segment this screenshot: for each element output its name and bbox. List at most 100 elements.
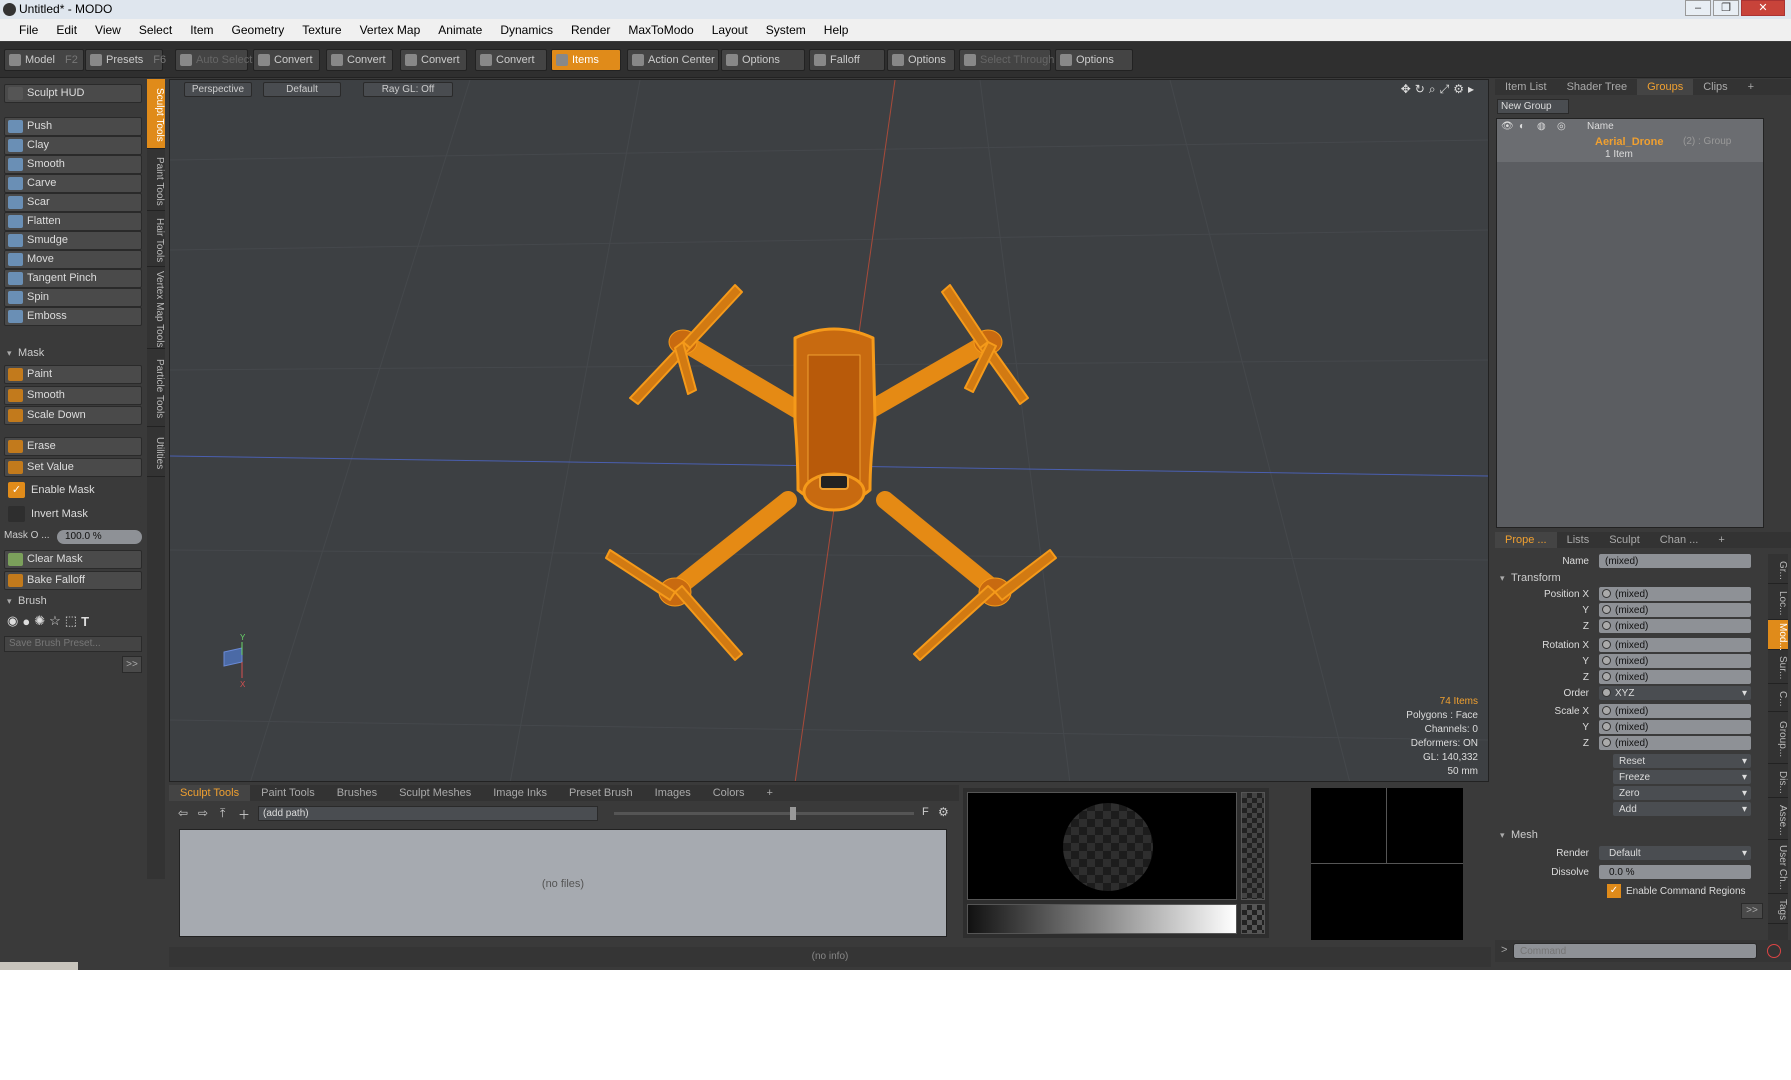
more-button[interactable]: >> [122, 656, 142, 673]
tab-channels[interactable]: Chan ... [1650, 532, 1709, 548]
tool-tangent-pinch[interactable]: Tangent Pinch [4, 269, 142, 288]
side-tab-tags[interactable]: Tags [1768, 894, 1788, 924]
filter-icon[interactable]: F [922, 806, 929, 818]
more-button[interactable]: >> [1741, 903, 1763, 919]
gear-icon[interactable]: ⚙ [1453, 82, 1464, 97]
position-x-field[interactable]: (mixed) [1599, 587, 1751, 601]
menu-render[interactable]: Render [562, 23, 619, 37]
reset-dropdown[interactable]: Reset [1613, 754, 1751, 769]
tab-lists[interactable]: Lists [1557, 532, 1600, 548]
items-mode-button[interactable]: Items [551, 49, 621, 71]
position-z-field[interactable]: (mixed) [1599, 619, 1751, 633]
tab-properties[interactable]: Prope ... [1495, 532, 1557, 548]
tab-preset-brush[interactable]: Preset Brush [558, 785, 644, 801]
view-type-dropdown[interactable]: Perspective [184, 82, 252, 97]
up-folder-icon[interactable]: ⤒ [220, 806, 225, 821]
tab-colors[interactable]: Colors [702, 785, 756, 801]
menu-geometry[interactable]: Geometry [223, 23, 294, 37]
spray-brush-icon[interactable]: ✺ [34, 613, 45, 629]
tab-sculpt-tools[interactable]: Sculpt Tools [147, 79, 165, 149]
menu-select[interactable]: Select [130, 23, 181, 37]
dissolve-field[interactable]: 0.0 % [1599, 865, 1751, 879]
menu-system[interactable]: System [757, 23, 815, 37]
close-button[interactable]: ✕ [1741, 0, 1785, 16]
soft-brush-icon[interactable]: ◉ [7, 613, 18, 629]
side-tab-dis[interactable]: Dis... [1768, 764, 1788, 798]
save-brush-preset-button[interactable]: Save Brush Preset... [4, 636, 142, 652]
rotation-z-field[interactable]: (mixed) [1599, 670, 1751, 684]
groups-list[interactable]: 👁 ◐ ◍ ◎ Name Aerial_Drone (2) : Group 1 … [1496, 118, 1764, 528]
tab-item-list[interactable]: Item List [1495, 79, 1557, 95]
add-tab-button[interactable]: + [756, 785, 784, 801]
auto-select-button[interactable]: Auto Select [175, 49, 252, 71]
name-field[interactable]: (mixed) [1599, 554, 1751, 568]
tab-vertex-map-tools[interactable]: Vertex Map Tools [147, 267, 165, 349]
order-dropdown[interactable]: XYZ [1599, 686, 1751, 701]
zoom-icon[interactable]: ⌕ [1429, 82, 1436, 97]
enable-mask-checkbox[interactable]: ✓ Enable Mask [4, 481, 142, 500]
maximize-icon[interactable]: ⤢ [1440, 82, 1450, 97]
menu-edit[interactable]: Edit [47, 23, 86, 37]
rotation-x-field[interactable]: (mixed) [1599, 638, 1751, 652]
position-y-field[interactable]: (mixed) [1599, 603, 1751, 617]
file-browser-area[interactable]: (no files) [179, 829, 947, 937]
mask-paint-button[interactable]: Paint [4, 365, 142, 384]
select-through-button[interactable]: Select Through [959, 49, 1054, 71]
tool-smooth[interactable]: Smooth [4, 155, 142, 174]
path-dropdown[interactable]: (add path) [258, 806, 598, 821]
raygl-toggle[interactable]: Ray GL: Off [363, 82, 453, 97]
tab-groups[interactable]: Groups [1637, 79, 1694, 95]
tool-smudge[interactable]: Smudge [4, 231, 142, 250]
mask-smooth-button[interactable]: Smooth [4, 386, 142, 405]
tab-shader-tree[interactable]: Shader Tree [1557, 79, 1638, 95]
menu-maxtomodo[interactable]: MaxToModo [619, 23, 702, 37]
3d-viewport[interactable]: Y X Perspective Default Ray GL: Off ✥ ↻ … [169, 79, 1489, 782]
tab-utilities[interactable]: Utilities [147, 427, 165, 477]
back-arrow-icon[interactable]: ⇦ [178, 806, 188, 820]
bake-falloff-button[interactable]: Bake Falloff [4, 571, 142, 590]
convert-vertices-button[interactable]: Convert [253, 49, 320, 71]
mask-scale-down-button[interactable]: Scale Down [4, 406, 142, 425]
hard-brush-icon[interactable]: ● [22, 614, 30, 629]
side-tab-loc[interactable]: Loc... [1768, 584, 1788, 620]
convert-materials-button[interactable]: Convert [475, 49, 547, 71]
menu-layout[interactable]: Layout [703, 23, 757, 37]
star-brush-icon[interactable]: ☆ [49, 613, 61, 629]
tab-sculpt[interactable]: Sculpt [1599, 532, 1650, 548]
tab-images[interactable]: Images [644, 785, 702, 801]
convert-polygons-button[interactable]: Convert [400, 49, 467, 71]
forward-arrow-icon[interactable]: ⇨ [198, 806, 208, 820]
tab-particle-tools[interactable]: Particle Tools [147, 349, 165, 427]
rotate-icon[interactable]: ↻ [1415, 82, 1425, 97]
maximize-button[interactable]: ❐ [1713, 0, 1739, 16]
menu-dynamics[interactable]: Dynamics [491, 23, 562, 37]
menu-view[interactable]: View [86, 23, 130, 37]
tool-clay[interactable]: Clay [4, 136, 142, 155]
arrow-right-icon[interactable]: ▸ [1468, 82, 1474, 97]
freeze-dropdown[interactable]: Freeze [1613, 770, 1751, 785]
group-row[interactable]: Aerial_Drone (2) : Group 1 Item [1497, 134, 1763, 162]
custom-brush-icon[interactable]: ⬚ [65, 613, 77, 629]
rotation-y-field[interactable]: (mixed) [1599, 654, 1751, 668]
zero-dropdown[interactable]: Zero [1613, 786, 1751, 801]
scale-x-field[interactable]: (mixed) [1599, 704, 1751, 718]
checkmark-icon[interactable]: ✓ [1607, 884, 1621, 898]
pan-icon[interactable]: ✥ [1401, 82, 1411, 97]
menu-file[interactable]: File [10, 23, 47, 37]
scale-z-field[interactable]: (mixed) [1599, 736, 1751, 750]
side-tab-asse[interactable]: Asse... [1768, 798, 1788, 840]
side-tab-group[interactable]: Group... [1768, 712, 1788, 764]
presets-button[interactable]: Presets F6 [85, 49, 166, 71]
action-center-button[interactable]: Action Center [627, 49, 719, 71]
add-folder-icon[interactable]: ＋ [238, 806, 250, 823]
tool-spin[interactable]: Spin [4, 288, 142, 307]
side-tab-mod[interactable]: Mod... [1768, 620, 1788, 651]
model-button[interactable]: Model F2 [4, 49, 84, 71]
gear-icon[interactable]: ⚙ [938, 805, 949, 819]
clear-mask-button[interactable]: Clear Mask [4, 550, 142, 569]
menu-animate[interactable]: Animate [429, 23, 491, 37]
tab-clips[interactable]: Clips [1693, 79, 1737, 95]
invert-mask-checkbox[interactable]: Invert Mask [4, 505, 142, 524]
mask-opacity-field[interactable]: 100.0 % [57, 530, 142, 544]
tool-push[interactable]: Push [4, 117, 142, 136]
